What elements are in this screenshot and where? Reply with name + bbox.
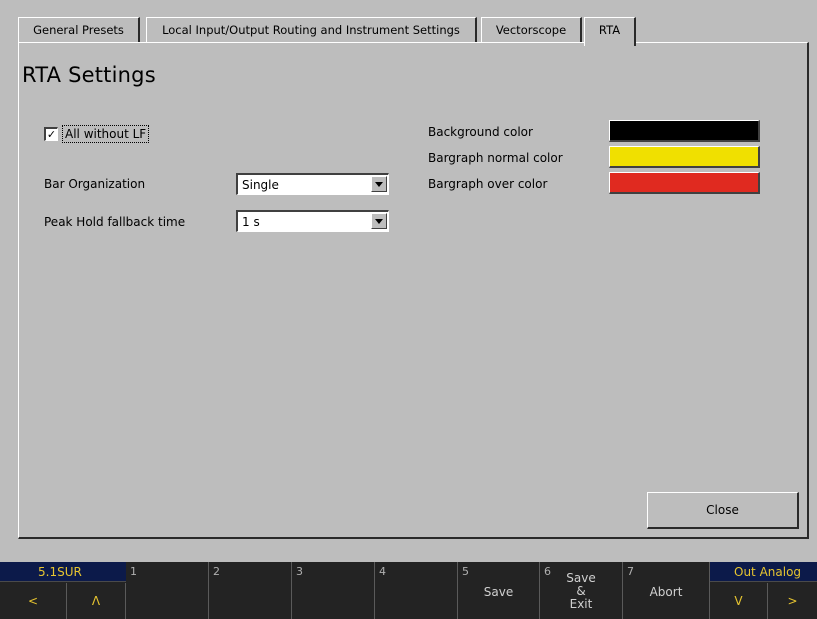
nav-up-button[interactable]: Λ [67, 583, 126, 619]
nav-right-button[interactable]: > [768, 583, 817, 619]
mode-left-indicator: 5.1SUR [0, 562, 126, 582]
softkey-4[interactable]: 4 [375, 562, 458, 619]
softkey-bar: 5.1SUR < Λ 1 2 3 4 5 Save 6 Save & Exit … [0, 562, 817, 619]
peak-hold-label: Peak Hold fallback time [44, 215, 186, 229]
save-exit-button[interactable]: 6 Save & Exit [540, 562, 623, 619]
background-color-label: Background color [428, 125, 533, 139]
background-color-swatch[interactable] [609, 120, 760, 142]
close-button[interactable]: Close [647, 492, 799, 529]
softkey-1-number: 1 [130, 565, 137, 578]
page-title: RTA Settings [22, 63, 156, 87]
bar-organization-select[interactable]: Single [236, 173, 389, 195]
settings-panel [18, 42, 809, 539]
softkey-3-number: 3 [296, 565, 303, 578]
mode-right-indicator: Out Analog [710, 562, 817, 582]
softkey-5-number: 5 [462, 565, 469, 578]
chevron-down-icon[interactable] [371, 213, 387, 229]
abort-button[interactable]: 7 Abort [623, 562, 710, 619]
bargraph-over-color-label: Bargraph over color [428, 177, 548, 191]
all-without-lf-label: All without LF [62, 125, 150, 143]
softkey-7-number: 7 [627, 565, 634, 578]
save-label: Save [483, 585, 514, 599]
bar-organization-label: Bar Organization [44, 177, 146, 191]
bar-organization-value: Single [242, 178, 279, 192]
tab-rta[interactable]: RTA [584, 17, 636, 46]
bargraph-normal-color-label: Bargraph normal color [428, 151, 563, 165]
bargraph-normal-color-swatch[interactable] [609, 146, 760, 168]
peak-hold-select[interactable]: 1 s [236, 210, 389, 232]
softkey-2[interactable]: 2 [209, 562, 292, 619]
mode-left-label: 5.1SUR [38, 565, 82, 579]
softkey-4-number: 4 [379, 565, 386, 578]
softkey-1[interactable]: 1 [126, 562, 209, 619]
save-button[interactable]: 5 Save [458, 562, 540, 619]
abort-label: Abort [649, 585, 683, 599]
nav-left-button[interactable]: < [0, 583, 67, 619]
tab-general-presets[interactable]: General Presets [18, 17, 140, 43]
nav-down-button[interactable]: V [710, 583, 768, 619]
softkey-3[interactable]: 3 [292, 562, 375, 619]
peak-hold-value: 1 s [242, 215, 260, 229]
softkey-2-number: 2 [213, 565, 220, 578]
save-exit-label: Save & Exit [566, 571, 596, 611]
tab-vectorscope[interactable]: Vectorscope [481, 17, 582, 43]
chevron-down-icon[interactable] [371, 176, 387, 192]
all-without-lf-checkbox-row[interactable]: ✓ All without LF [44, 124, 150, 144]
bargraph-over-color-swatch[interactable] [609, 172, 760, 194]
mode-right-label: Out Analog [734, 565, 802, 579]
all-without-lf-checkbox[interactable]: ✓ [44, 127, 58, 141]
tab-local-io-routing[interactable]: Local Input/Output Routing and Instrumen… [146, 17, 477, 43]
